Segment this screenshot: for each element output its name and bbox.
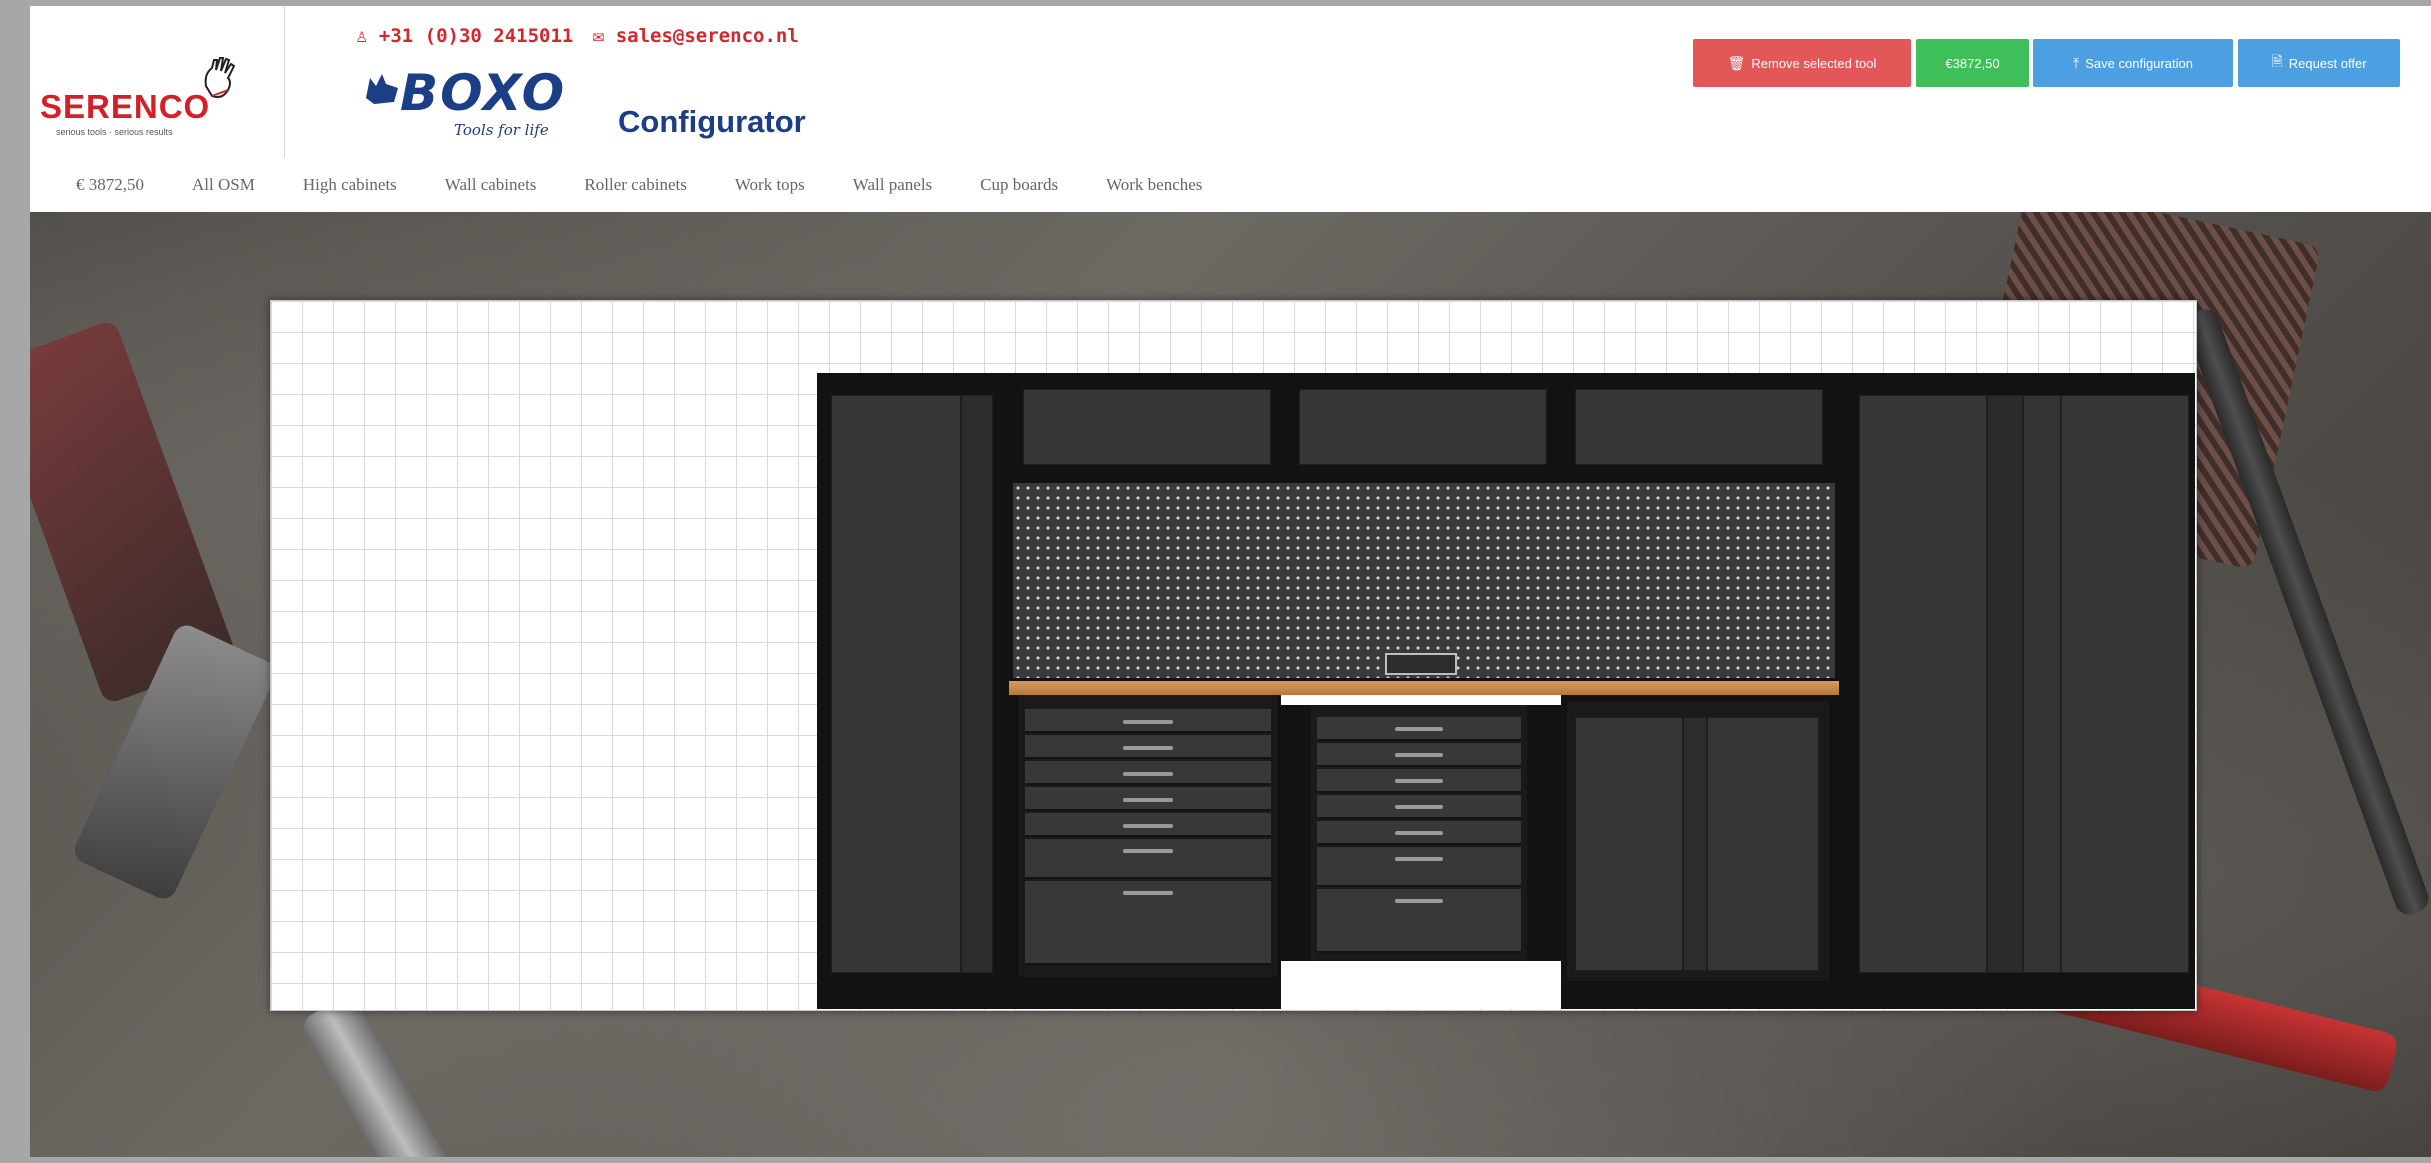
wall-cabinet-1[interactable] — [1019, 383, 1275, 475]
drawer-handle — [1123, 891, 1173, 895]
high-cabinet-door-right — [2061, 395, 2189, 973]
floor-gap-lower — [1281, 961, 1561, 1009]
document-icon: 🗎 — [2271, 53, 2283, 69]
design-canvas[interactable] — [270, 300, 2197, 1011]
nav-item-all-osm[interactable]: All OSM — [192, 175, 255, 195]
rhino-icon — [366, 74, 398, 104]
high-cabinet-left[interactable] — [817, 373, 1001, 983]
nav-item-work-tops[interactable]: Work tops — [735, 175, 805, 195]
remove-selected-tool-button[interactable]: 🗑 Remove selected tool — [1693, 39, 1911, 87]
drawer-handle — [1395, 899, 1443, 903]
nav-item-wall-panels[interactable]: Wall panels — [853, 175, 932, 195]
drawer-handle — [1395, 779, 1443, 783]
high-cabinet-door — [831, 395, 961, 973]
brand-tagline: serious tools · serious results — [56, 127, 173, 137]
cupboard-door-middle — [1683, 717, 1707, 971]
header: SERENCO serious tools · serious results … — [30, 6, 2431, 159]
work-top[interactable] — [1009, 681, 1839, 695]
wall-cabinet-door — [1575, 389, 1823, 465]
email-address[interactable]: sales@serenco.nl — [616, 25, 799, 47]
envelope-icon: ✉ — [592, 24, 605, 47]
drawer-handle — [1395, 805, 1443, 809]
drawer-handle — [1395, 753, 1443, 757]
price-button[interactable]: €3872,50 — [1916, 39, 2029, 87]
boxo-tagline: Tools for life — [454, 121, 549, 139]
high-cabinet-side — [961, 395, 993, 973]
drawer-handle — [1123, 798, 1173, 802]
floor-gap — [1281, 695, 1561, 705]
drawer — [1317, 847, 1521, 887]
workspace-background — [30, 212, 2431, 1157]
nav-item-work-benches[interactable]: Work benches — [1106, 175, 1202, 195]
wall-panel-pegboard[interactable] — [1013, 483, 1835, 678]
category-nav: € 3872,50 All OSM High cabinets Wall cab… — [30, 158, 2431, 212]
decorative-metal-bar — [299, 991, 461, 1157]
save-configuration-button[interactable]: ⤒ Save configuration — [2033, 39, 2233, 87]
high-cabinet-right[interactable] — [1845, 373, 2195, 983]
wall-cabinet-3[interactable] — [1571, 383, 1827, 475]
high-cabinet-gap-2 — [2023, 395, 2061, 973]
drawer-handle — [1123, 849, 1173, 853]
save-button-label: Save configuration — [2085, 55, 2193, 71]
boxo-logo: BOXO — [400, 64, 567, 122]
cupboard-door-right — [1707, 717, 1819, 971]
drawer-handle — [1123, 746, 1173, 750]
nav-item-cup-boards[interactable]: Cup boards — [980, 175, 1058, 195]
request-button-label: Request offer — [2288, 55, 2367, 71]
drawer-handle — [1395, 831, 1443, 835]
roller-cabinet[interactable] — [1311, 705, 1527, 961]
trash-icon: 🗑 — [1727, 54, 1746, 71]
page-title: Configurator — [618, 104, 806, 139]
nav-item-high-cabinets[interactable]: High cabinets — [303, 175, 397, 195]
wall-cabinet-2[interactable] — [1295, 383, 1551, 475]
drawer-handle — [1123, 772, 1173, 776]
nav-item-wall-cabinets[interactable]: Wall cabinets — [445, 175, 537, 195]
wall-cabinet-door — [1023, 389, 1271, 465]
phone-number[interactable]: +31 (0)30 2415011 — [379, 25, 573, 47]
high-cabinet-door-left — [1859, 395, 1987, 973]
high-cabinet-gap-1 — [1987, 395, 2023, 973]
configurator-app: SERENCO serious tools · serious results … — [30, 6, 2431, 1157]
nav-item-total-price[interactable]: € 3872,50 — [76, 175, 144, 195]
remove-button-label: Remove selected tool — [1751, 55, 1877, 71]
price-button-label: €3872,50 — [1945, 55, 2000, 71]
drawer — [1025, 839, 1271, 879]
upload-icon: ⤒ — [2073, 54, 2080, 71]
drawer-handle — [1123, 824, 1173, 828]
drawer-handle — [1395, 727, 1443, 731]
request-offer-button[interactable]: 🗎 Request offer — [2238, 39, 2400, 87]
cupboard-door-left — [1575, 717, 1683, 971]
decorative-screwdriver — [2181, 305, 2431, 919]
wall-cabinet-door — [1299, 389, 1547, 465]
user-icon: ♙ — [356, 24, 368, 47]
nav-item-roller-cabinets[interactable]: Roller cabinets — [584, 175, 686, 195]
drawer-handle — [1123, 720, 1173, 724]
serenco-logo[interactable]: SERENCO serious tools · serious results — [30, 6, 285, 158]
wall-panel-label-plate — [1385, 653, 1457, 675]
brand-name: SERENCO — [40, 88, 211, 125]
contact-info: ♙ +31 (0)30 2415011 ✉ sales@serenco.nl — [356, 24, 799, 47]
cupboard[interactable] — [1567, 701, 1829, 981]
drawer-cabinet[interactable] — [1019, 695, 1277, 977]
drawer-handle — [1395, 857, 1443, 861]
